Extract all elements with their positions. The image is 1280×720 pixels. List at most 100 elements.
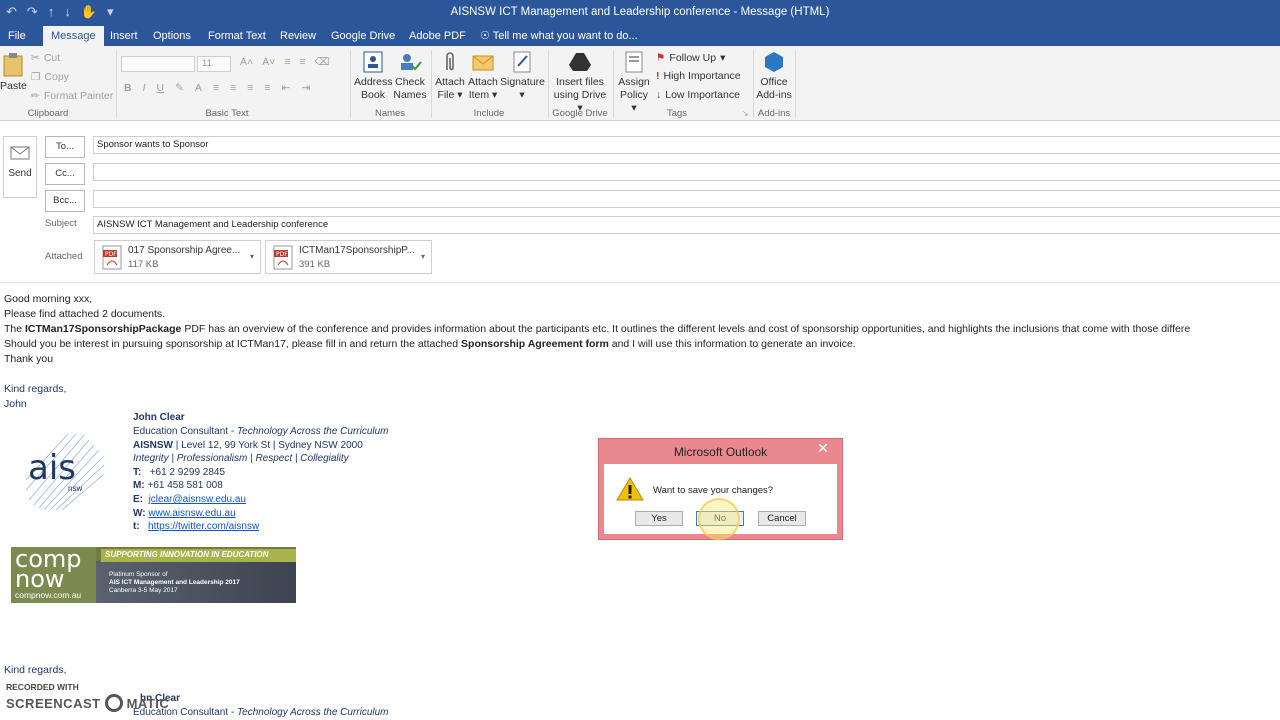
to-field[interactable]: Sponsor wants to Sponsor — [93, 136, 1280, 154]
format-painter-button[interactable]: ✏ Format Painter — [31, 90, 113, 102]
font-name-box[interactable] — [121, 56, 195, 72]
grow-font-icon[interactable]: A˄ — [240, 56, 253, 68]
policy-icon — [625, 51, 643, 73]
follow-up-button[interactable]: ⚑ Follow Up ▾ — [656, 52, 725, 64]
tab-file[interactable]: File — [0, 26, 34, 46]
tab-adobe-pdf[interactable]: Adobe PDF — [401, 26, 474, 46]
italic-icon[interactable]: I — [143, 82, 146, 94]
yes-button[interactable]: Yes — [635, 511, 683, 526]
twitter-link[interactable]: https://twitter.com/aisnsw — [148, 521, 259, 532]
align-center-icon[interactable]: ≡ — [230, 82, 236, 94]
font-color-icon[interactable]: A — [195, 82, 202, 94]
website-link[interactable]: www.aisnsw.edu.au — [148, 508, 235, 519]
bold-icon[interactable]: B — [124, 82, 132, 94]
group-label-names: Names — [374, 108, 406, 119]
flag-icon: ⚑ — [656, 52, 666, 64]
close-icon[interactable]: ✕ — [804, 439, 842, 459]
tags-dialog-launcher[interactable]: ↘ — [742, 109, 749, 118]
signature-pen-icon — [513, 51, 531, 73]
assign-policy-button[interactable]: Assign Policy ▾ — [616, 50, 652, 115]
font-size-controls: A˄ A˅ ≡ ≡ ⌫ — [240, 56, 329, 68]
low-importance-button[interactable]: ↓ Low Importance — [656, 89, 740, 101]
tab-insert[interactable]: Insert — [102, 26, 146, 46]
bcc-field[interactable] — [93, 190, 1280, 208]
group-separator — [116, 50, 117, 118]
recorder-watermark-brand: SCREENCAST MATIC — [6, 694, 170, 712]
record-icon — [104, 694, 123, 712]
group-separator — [548, 50, 549, 118]
attachment-name: ICTMan17SponsorshipP... — [299, 245, 415, 256]
window-title: AISNSW ICT Management and Leadership con… — [450, 6, 830, 18]
pdf-icon: PDF — [273, 245, 293, 270]
high-importance-button[interactable]: ! High Importance — [656, 70, 741, 82]
chevron-down-icon[interactable]: ▾ — [250, 252, 254, 261]
underline-icon[interactable]: U — [157, 82, 165, 94]
ais-logo: ais nsw — [24, 430, 106, 512]
attach-item-button[interactable]: Attach Item ▾ — [467, 50, 499, 102]
tab-message[interactable]: Message — [43, 26, 104, 46]
cc-field[interactable] — [93, 163, 1280, 181]
email-link[interactable]: jclear@aisnsw.edu.au — [149, 494, 246, 505]
highlight-icon[interactable]: ✎ — [175, 82, 184, 94]
clear-format-icon[interactable]: ⌫ — [315, 56, 330, 68]
recorder-watermark: RECORDED WITH — [6, 682, 79, 692]
tab-review[interactable]: Review — [272, 26, 324, 46]
bcc-button[interactable]: Bcc... — [45, 190, 85, 212]
to-button[interactable]: To... — [45, 136, 85, 158]
banner-brand-bottom: now — [15, 565, 65, 593]
group-label-clipboard: Clipboard — [27, 108, 69, 119]
cc-button[interactable]: Cc... — [45, 163, 85, 185]
attachment-item[interactable]: PDF 017 Sponsorship Agree... 117 KB ▾ — [94, 240, 261, 274]
send-envelope-icon — [10, 146, 30, 160]
font-style-controls: B I U ✎ A ≡ ≡ ≡ ≡ ⇤ ⇥ — [124, 82, 310, 94]
signature-button[interactable]: Signature ▾ — [500, 50, 545, 102]
body-line[interactable]: Please find attached 2 documents. — [4, 308, 165, 320]
check-names-button[interactable]: Check Names — [393, 50, 427, 102]
ribbon-tabs: File Message Insert Options Format Text … — [0, 26, 1280, 46]
tab-google-drive[interactable]: Google Drive — [323, 26, 403, 46]
cut-button[interactable]: ✂ Cut — [31, 52, 60, 64]
subject-field[interactable]: AISNSW ICT Management and Leadership con… — [93, 216, 1280, 234]
numbering-icon[interactable]: ≡ — [299, 56, 305, 68]
signature-mobile: M: +61 458 581 008 — [133, 480, 223, 491]
indent-decrease-icon[interactable]: ⇤ — [282, 82, 291, 94]
scissors-icon: ✂ — [31, 52, 40, 64]
body-regards[interactable]: Kind regards, — [4, 383, 66, 395]
svg-text:PDF: PDF — [105, 251, 117, 258]
indent-increase-icon[interactable]: ⇥ — [301, 82, 310, 94]
svg-text:PDF: PDF — [276, 251, 288, 258]
cancel-button[interactable]: Cancel — [758, 511, 806, 526]
lightbulb-icon: ☉ — [480, 30, 490, 42]
align-right-icon[interactable]: ≡ — [247, 82, 253, 94]
body-line[interactable]: Thank you — [4, 353, 53, 365]
signature-org: AISNSW | Level 12, 99 York St | Sydney N… — [133, 440, 363, 451]
body-regards[interactable]: Kind regards, — [4, 664, 66, 676]
attach-file-button[interactable]: Attach File ▾ — [434, 50, 466, 102]
tab-format-text[interactable]: Format Text — [200, 26, 274, 46]
paste-button[interactable]: Paste — [0, 52, 27, 93]
sponsor-banner[interactable]: comp now compnow.com.au SUPPORTING INNOV… — [11, 547, 296, 603]
shrink-font-icon[interactable]: A˅ — [262, 56, 275, 68]
font-size-box[interactable]: 11 — [197, 56, 231, 72]
copy-icon: ❐ — [31, 71, 41, 83]
align-left-icon[interactable]: ≡ — [213, 82, 219, 94]
chevron-down-icon[interactable]: ▾ — [421, 252, 425, 261]
office-addins-button[interactable]: Office Add-ins — [755, 50, 793, 102]
insert-drive-files-button[interactable]: Insert files using Drive ▾ — [550, 50, 610, 115]
send-button[interactable]: Send — [3, 136, 37, 198]
body-line[interactable]: Should you be interest in pursuing spons… — [4, 338, 856, 350]
body-greeting[interactable]: Good morning xxx, — [4, 293, 92, 305]
banner-sponsor-line: Canberra 3-5 May 2017 — [109, 587, 178, 594]
body-line[interactable]: The ICTMan17SponsorshipPackage PDF has a… — [4, 323, 1280, 335]
group-separator — [795, 50, 796, 118]
bullets-icon[interactable]: ≡ — [284, 56, 290, 68]
copy-button[interactable]: ❐ Copy — [31, 71, 69, 83]
attachment-item[interactable]: PDF ICTMan17SponsorshipP... 391 KB ▾ — [265, 240, 432, 274]
body-sign-name[interactable]: John — [4, 398, 27, 410]
group-label-tags: Tags — [666, 108, 688, 119]
address-book-button[interactable]: Address Book — [354, 50, 393, 102]
warning-icon — [616, 477, 644, 501]
tell-me-box[interactable]: ☉ Tell me what you want to do... — [472, 26, 646, 46]
justify-icon[interactable]: ≡ — [264, 82, 270, 94]
tab-options[interactable]: Options — [145, 26, 199, 46]
